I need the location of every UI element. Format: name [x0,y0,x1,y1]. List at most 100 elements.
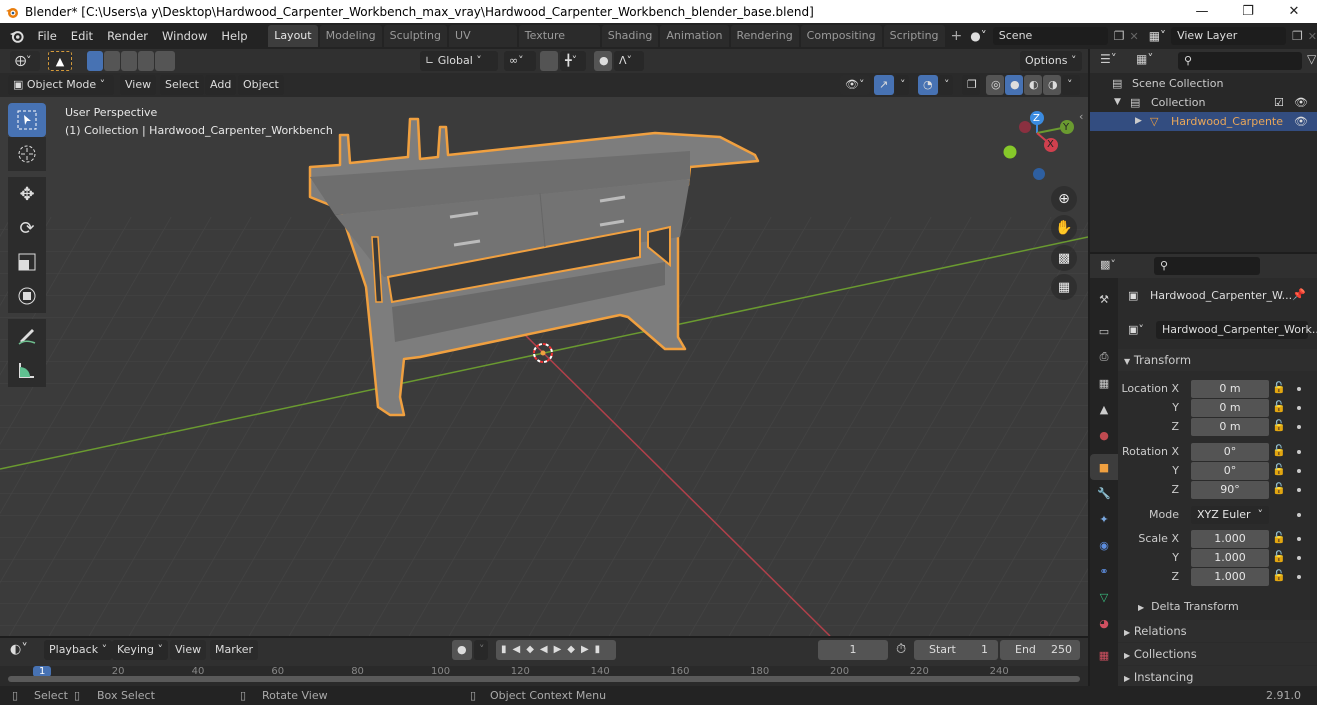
rendered-shading-icon[interactable]: ◑ [1043,75,1061,95]
display-mode-dropdown[interactable]: ☰˅ [1100,52,1117,66]
add-workspace-button[interactable]: + [947,28,967,44]
end-frame-field[interactable]: End 250 [1000,640,1080,660]
menu-help[interactable]: Help [214,23,254,49]
zoom-view-button[interactable]: ⊕ [1051,186,1077,212]
lock-icon[interactable]: 🔓 [1272,419,1286,433]
tab-tool[interactable]: ⚒ [1090,286,1118,312]
location-z-field[interactable]: 0 m [1191,418,1269,436]
select-box-tool[interactable] [8,103,46,137]
menu-window[interactable]: Window [155,23,214,49]
keyframe-dot-icon[interactable] [1297,537,1301,541]
tab-material[interactable]: ◕ [1090,610,1118,636]
tab-scripting[interactable]: Scripting [883,25,945,47]
tab-particles[interactable]: ✦ [1090,506,1118,532]
wireframe-shading-icon[interactable]: ◎ [986,75,1004,95]
lock-icon[interactable]: 🔓 [1272,444,1286,458]
select-intersect-mode-icon[interactable] [155,51,175,71]
proportional-falloff-dropdown[interactable]: Λ˅ [614,51,644,71]
keyframe-dot-icon[interactable] [1297,575,1301,579]
lock-icon[interactable]: 🔓 [1272,569,1286,583]
scene-name-field[interactable]: Scene [992,27,1108,45]
shading-dropdown[interactable]: ˅ [1062,75,1080,95]
tab-uv-editing[interactable]: UV Editing [449,25,517,64]
keyframe-dot-icon[interactable] [1297,425,1301,429]
keying-dropdown[interactable]: Keying ˅ [112,640,168,660]
relations-panel-header[interactable]: ▶ Relations [1118,620,1317,642]
object-browse-icon[interactable]: ▣˅ [1128,323,1144,336]
scene-selector-icon[interactable]: ●˅ [970,29,986,43]
delta-transform-subpanel[interactable]: ▶ Delta Transform [1138,600,1239,613]
menu-edit[interactable]: Edit [64,23,100,49]
rotate-tool[interactable]: ⟳ [8,211,46,245]
outliner-row-scene-collection[interactable]: ▤ Scene Collection [1090,74,1317,93]
exclude-checkbox[interactable]: ☑ [1274,93,1284,112]
perspective-toggle-button[interactable]: ▦ [1051,274,1077,300]
lock-icon[interactable]: 🔓 [1272,463,1286,477]
timeline-menu-view[interactable]: View [170,640,207,660]
outliner-row-hardwood-carpenter[interactable]: ▶ ▽ Hardwood_Carpente 👁 [1090,112,1317,131]
pan-view-button[interactable]: ✋ [1051,215,1077,241]
lock-icon[interactable]: 🔓 [1272,482,1286,496]
minimize-button[interactable]: — [1179,0,1225,23]
tab-constraints[interactable]: ⚭ [1090,558,1118,584]
remove-scene-icon[interactable]: ✕ [1130,30,1139,43]
tab-scene[interactable]: ▲ [1090,396,1118,422]
proportional-edit-icon[interactable]: ● [594,51,612,71]
scale-y-field[interactable]: 1.000 [1191,549,1269,567]
scale-tool[interactable] [8,245,46,279]
tab-world[interactable]: ● [1090,422,1118,448]
scale-z-field[interactable]: 1.000 [1191,568,1269,586]
tab-data[interactable]: ▽ [1090,584,1118,610]
sidebar-toggle-icon[interactable]: ‹ [1079,110,1083,123]
tab-physics[interactable]: ◉ [1090,532,1118,558]
options-dropdown[interactable]: Options ˅ [1020,51,1082,71]
3d-viewport[interactable]: Z Y X ‹ User Perspective (1) Collection … [0,97,1088,636]
rotation-z-field[interactable]: 90° [1191,481,1269,499]
close-button[interactable]: ✕ [1271,0,1317,23]
tab-texture[interactable]: ▦ [1090,642,1118,668]
view-layer-field[interactable]: View Layer [1171,27,1287,45]
transform-panel-header[interactable]: ▼ Transform [1118,349,1317,371]
editor-type-button[interactable]: ⨁˅ [10,51,40,71]
pin-icon[interactable]: 📌 [1292,288,1306,301]
new-scene-icon[interactable]: ❐ [1114,29,1125,43]
keyframe-dot-icon[interactable] [1297,387,1301,391]
tab-layout[interactable]: Layout [268,25,318,47]
keyframe-dot-icon[interactable] [1297,513,1301,517]
outliner-search-input[interactable]: ⚲ [1178,52,1302,70]
outliner-row-collection[interactable]: ▼ ▤ Collection ☑ 👁 [1090,93,1317,112]
current-frame-field[interactable]: 1 [818,640,888,660]
view-layer-selector-icon[interactable]: ▦˅ [1149,29,1166,43]
auto-keying-dropdown[interactable]: ˅ [474,640,488,660]
visibility-dropdown[interactable]: 👁˅ [840,75,870,95]
collections-panel-header[interactable]: ▶ Collections [1118,643,1317,665]
select-new-mode-icon[interactable] [87,51,103,71]
maximize-button[interactable]: ❐ [1225,0,1271,23]
start-frame-field[interactable]: Start 1 [914,640,998,660]
tab-output[interactable]: ⎙ [1090,344,1118,370]
editor-type-dropdown[interactable]: ▩˅ [1100,258,1116,271]
timeline-scrollbar[interactable] [8,676,1080,682]
menu-view[interactable]: View [120,75,157,95]
mode-dropdown[interactable]: ▣ Object Mode ˅ [8,75,114,95]
menu-object[interactable]: Object [238,75,284,95]
tab-sculpting[interactable]: Sculpting [383,25,448,47]
keyframe-dot-icon[interactable] [1297,406,1301,410]
menu-render[interactable]: Render [100,23,155,49]
rotation-x-field[interactable]: 0° [1191,443,1269,461]
visibility-eye-icon[interactable]: 👁 [1294,112,1308,131]
expand-arrow-icon[interactable]: ▶ [1135,112,1142,131]
snap-element-dropdown[interactable]: ╋˅ [560,51,586,71]
menu-select[interactable]: Select [160,75,204,95]
select-extend-mode-icon[interactable] [104,51,120,71]
keyframe-dot-icon[interactable] [1297,450,1301,454]
tab-modifiers[interactable]: 🔧 [1090,480,1118,506]
select-invert-mode-icon[interactable] [138,51,154,71]
lock-icon[interactable]: 🔓 [1272,400,1286,414]
overlay-toggle-icon[interactable]: ◔ [918,75,938,95]
annotate-tool[interactable] [8,319,46,353]
visibility-eye-icon[interactable]: 👁 [1294,93,1308,112]
instancing-panel-header[interactable]: ▶ Instancing [1118,666,1317,688]
playback-controls[interactable]: ▮◀◆◀▶◆▶▮ [496,640,616,660]
filter-view-layer-dropdown[interactable]: ▦˅ [1136,52,1153,66]
